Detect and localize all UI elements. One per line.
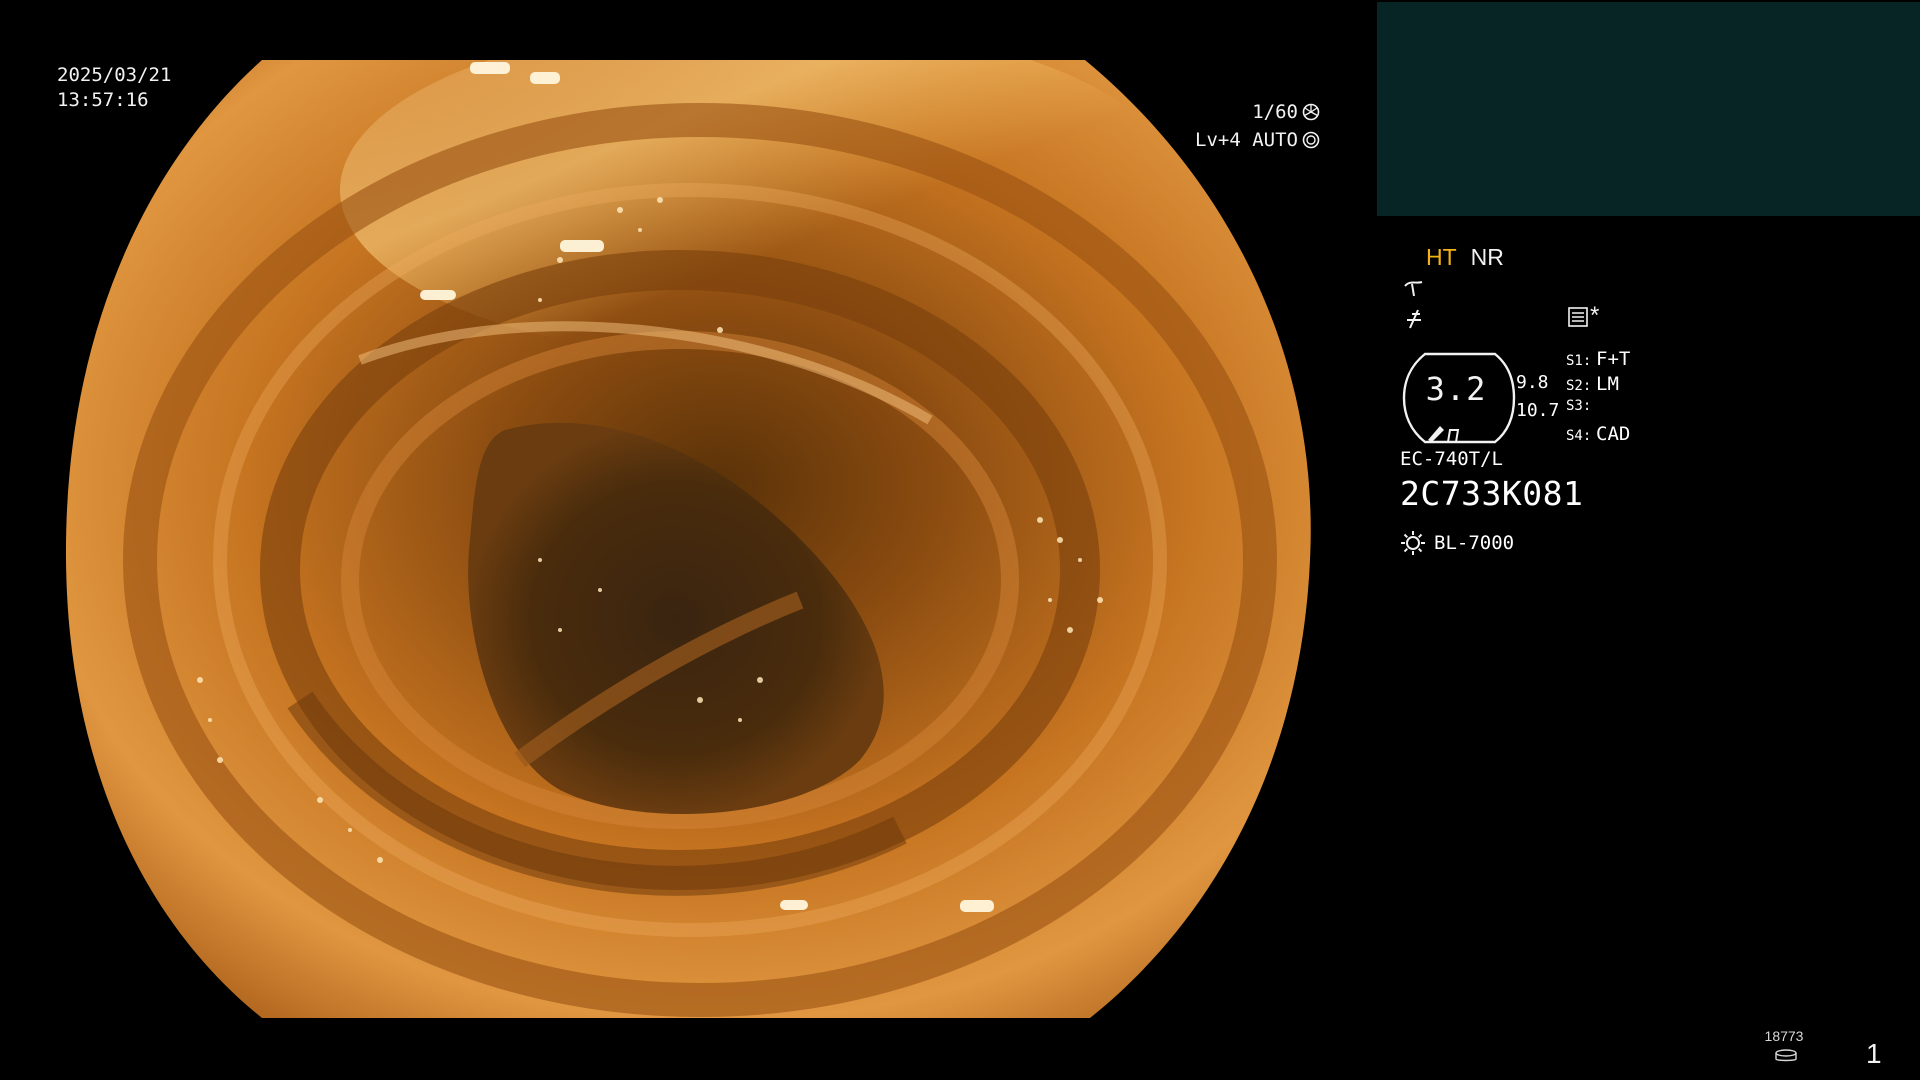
- color-enhance-icon: [1407, 309, 1421, 329]
- scope-serial: 2C733K081: [1400, 474, 1584, 513]
- storage-icon: [1775, 1049, 1797, 1062]
- switch-s3: S3:: [1566, 398, 1592, 414]
- mucosa-image: [65, 60, 1311, 1018]
- sun-icon: [1401, 531, 1425, 555]
- exposure-overlay: 1/60 Lv+4 AUTO: [1195, 98, 1320, 154]
- mode-indicators: HT NR: [1426, 244, 1504, 271]
- menu-icon: [1568, 307, 1588, 327]
- date-text: 2025/03/21: [57, 64, 172, 86]
- zoom-value: 3.2: [1425, 370, 1487, 408]
- switch-s4: S4: CAD: [1566, 423, 1631, 445]
- scope-switches: S1: F+T S2: LM S3: S4: CAD: [1566, 348, 1630, 448]
- bracket-icon: [1447, 429, 1460, 443]
- status-panel: HT NR * 3.2 9.8 10.7 S1: F+T S2: LM S3: S4…: [1400, 240, 1700, 570]
- zoom-value-1: 9.8: [1516, 372, 1549, 393]
- mode-ht-label: HT: [1426, 244, 1457, 270]
- endoscope-view: [0, 0, 1380, 1080]
- pencil-icon: [1428, 426, 1444, 442]
- thumbnail-panel: [1377, 2, 1920, 216]
- mode-nr-label: NR: [1470, 244, 1504, 270]
- scope-model: EC-740T/L: [1400, 448, 1503, 470]
- iris-icon: [1302, 131, 1320, 149]
- asterisk-indicator: *: [1590, 302, 1600, 329]
- light-source: BL-7000: [1400, 530, 1514, 556]
- time-text: 13:57:16: [57, 89, 149, 111]
- shutter-icon: [1302, 103, 1320, 121]
- switch-s1: S1: F+T: [1566, 348, 1631, 370]
- page-number: 1: [1866, 1038, 1882, 1069]
- switch-s2: S2: LM: [1566, 373, 1619, 395]
- image-counter: 18773: [1764, 1028, 1804, 1044]
- shutter-text: 1/60: [1252, 101, 1298, 123]
- light-source-label: BL-7000: [1434, 532, 1515, 554]
- level-mode-text: Lv+4 AUTO: [1195, 129, 1298, 151]
- zoom-value-2: 10.7: [1516, 400, 1560, 421]
- datetime-overlay: 2025/03/21 13:57:16: [57, 63, 171, 113]
- structure-enhance-icon: [1404, 281, 1423, 297]
